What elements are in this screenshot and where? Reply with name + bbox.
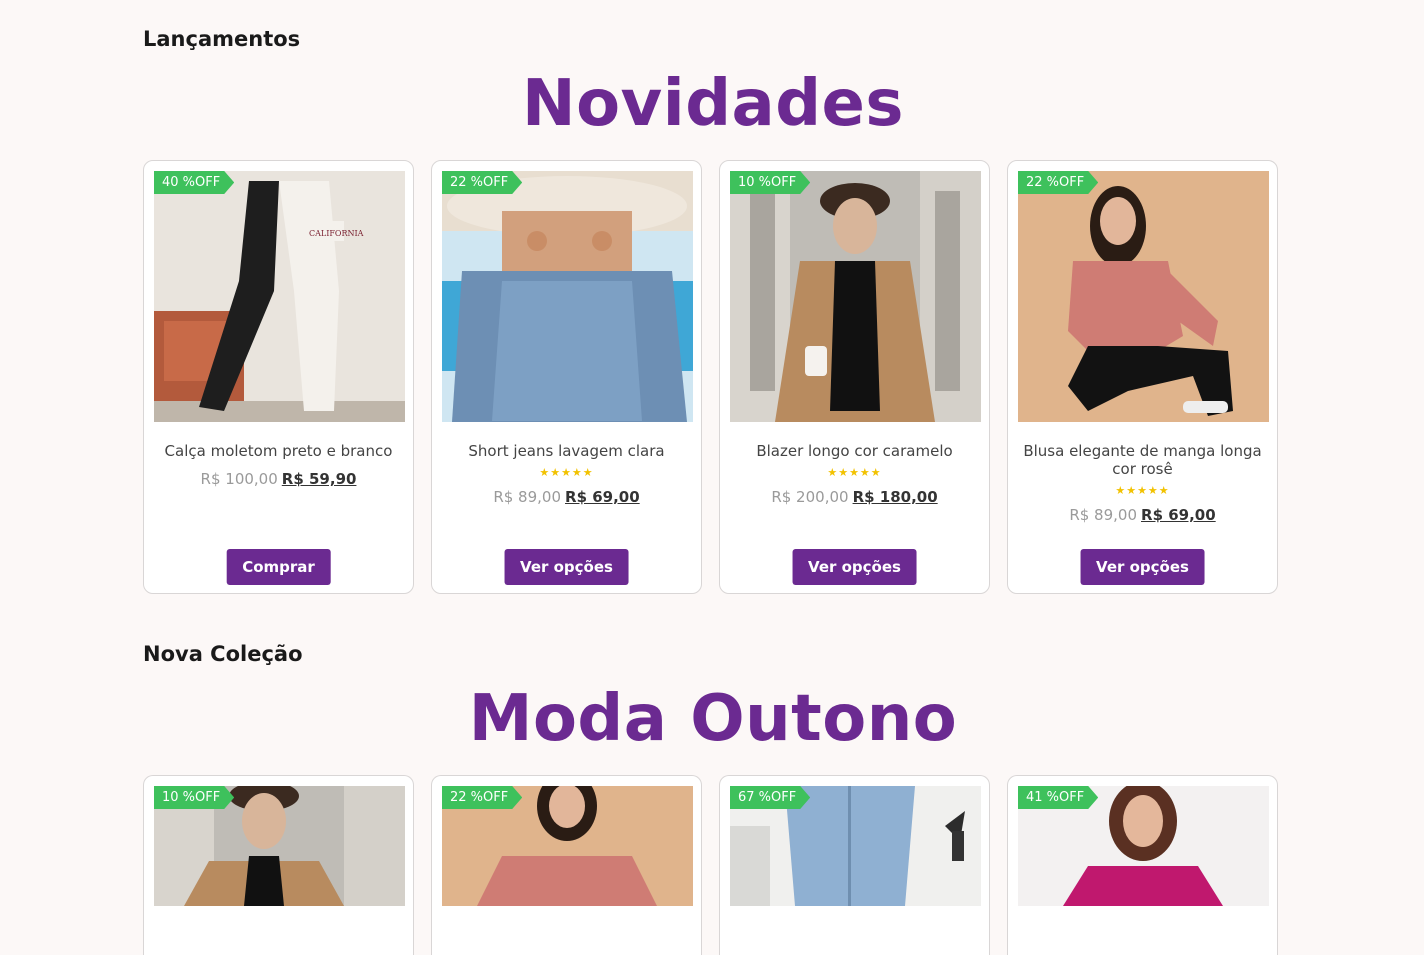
product-card[interactable]: CALIFORNIA 40 %OFF Calça moletom preto e… — [143, 160, 414, 594]
section-eyebrow: Lançamentos — [143, 27, 301, 51]
product-card[interactable]: 41 %OFF — [1007, 775, 1278, 955]
product-card[interactable]: 10 %OFF Blazer longo cor caramelo ★★★★★ … — [719, 160, 990, 594]
discount-badge: 40 %OFF — [154, 171, 234, 194]
new-price: R$ 69,00 — [1141, 506, 1216, 524]
rating-stars: ★★★★★ — [827, 466, 882, 479]
old-price: R$ 200,00 — [771, 488, 849, 506]
discount-badge: 67 %OFF — [730, 786, 810, 809]
product-price: R$ 200,00 R$ 180,00 — [720, 488, 989, 506]
product-image[interactable] — [1018, 171, 1269, 422]
discount-badge: 22 %OFF — [442, 786, 522, 809]
discount-badge: 10 %OFF — [730, 171, 810, 194]
view-options-button[interactable]: Ver opções — [504, 549, 629, 585]
product-card[interactable]: 22 %OFF Blusa elegante de manga longa co… — [1007, 160, 1278, 594]
product-title[interactable]: Blusa elegante de manga longa cor rosê — [1018, 442, 1267, 478]
discount-badge: 10 %OFF — [154, 786, 234, 809]
product-card[interactable]: 10 %OFF — [143, 775, 414, 955]
discount-badge: 22 %OFF — [1018, 171, 1098, 194]
rating-stars: ★★★★★ — [1115, 484, 1170, 497]
product-grid: CALIFORNIA 40 %OFF Calça moletom preto e… — [143, 160, 1283, 594]
product-card[interactable]: 22 %OFF — [431, 775, 702, 955]
rating-stars: ★★★★★ — [539, 466, 594, 479]
discount-badge: 41 %OFF — [1018, 786, 1098, 809]
svg-text:CALIFORNIA: CALIFORNIA — [309, 229, 364, 238]
old-price: R$ 89,00 — [1069, 506, 1138, 524]
new-price: R$ 59,90 — [281, 470, 357, 488]
product-title[interactable]: Blazer longo cor caramelo — [730, 442, 979, 460]
product-price: R$ 100,00 R$ 59,90 — [144, 470, 413, 488]
product-image[interactable] — [442, 171, 693, 422]
product-price: R$ 89,00 R$ 69,00 — [432, 488, 701, 506]
product-image[interactable] — [730, 171, 981, 422]
view-options-button[interactable]: Ver opções — [792, 549, 917, 585]
product-title[interactable]: Short jeans lavagem clara — [442, 442, 691, 460]
product-card[interactable]: 67 %OFF — [719, 775, 990, 955]
new-price: R$ 69,00 — [565, 488, 640, 506]
view-options-button[interactable]: Ver opções — [1080, 549, 1205, 585]
new-price: R$ 180,00 — [852, 488, 938, 506]
product-image[interactable]: CALIFORNIA — [154, 171, 405, 422]
section-headline: Novidades — [522, 67, 904, 141]
section-headline: Moda Outono — [468, 682, 958, 756]
product-card[interactable]: 22 %OFF Short jeans lavagem clara ★★★★★ … — [431, 160, 702, 594]
section-eyebrow: Nova Coleção — [143, 642, 303, 666]
product-title[interactable]: Calça moletom preto e branco — [154, 442, 403, 460]
product-price: R$ 89,00 R$ 69,00 — [1008, 506, 1277, 524]
old-price: R$ 100,00 — [200, 470, 278, 488]
old-price: R$ 89,00 — [493, 488, 562, 506]
discount-badge: 22 %OFF — [442, 171, 522, 194]
buy-button[interactable]: Comprar — [226, 549, 331, 585]
product-grid: 10 %OFF 22 %OFF 67 %OFF 41 %OFF — [143, 775, 1283, 955]
